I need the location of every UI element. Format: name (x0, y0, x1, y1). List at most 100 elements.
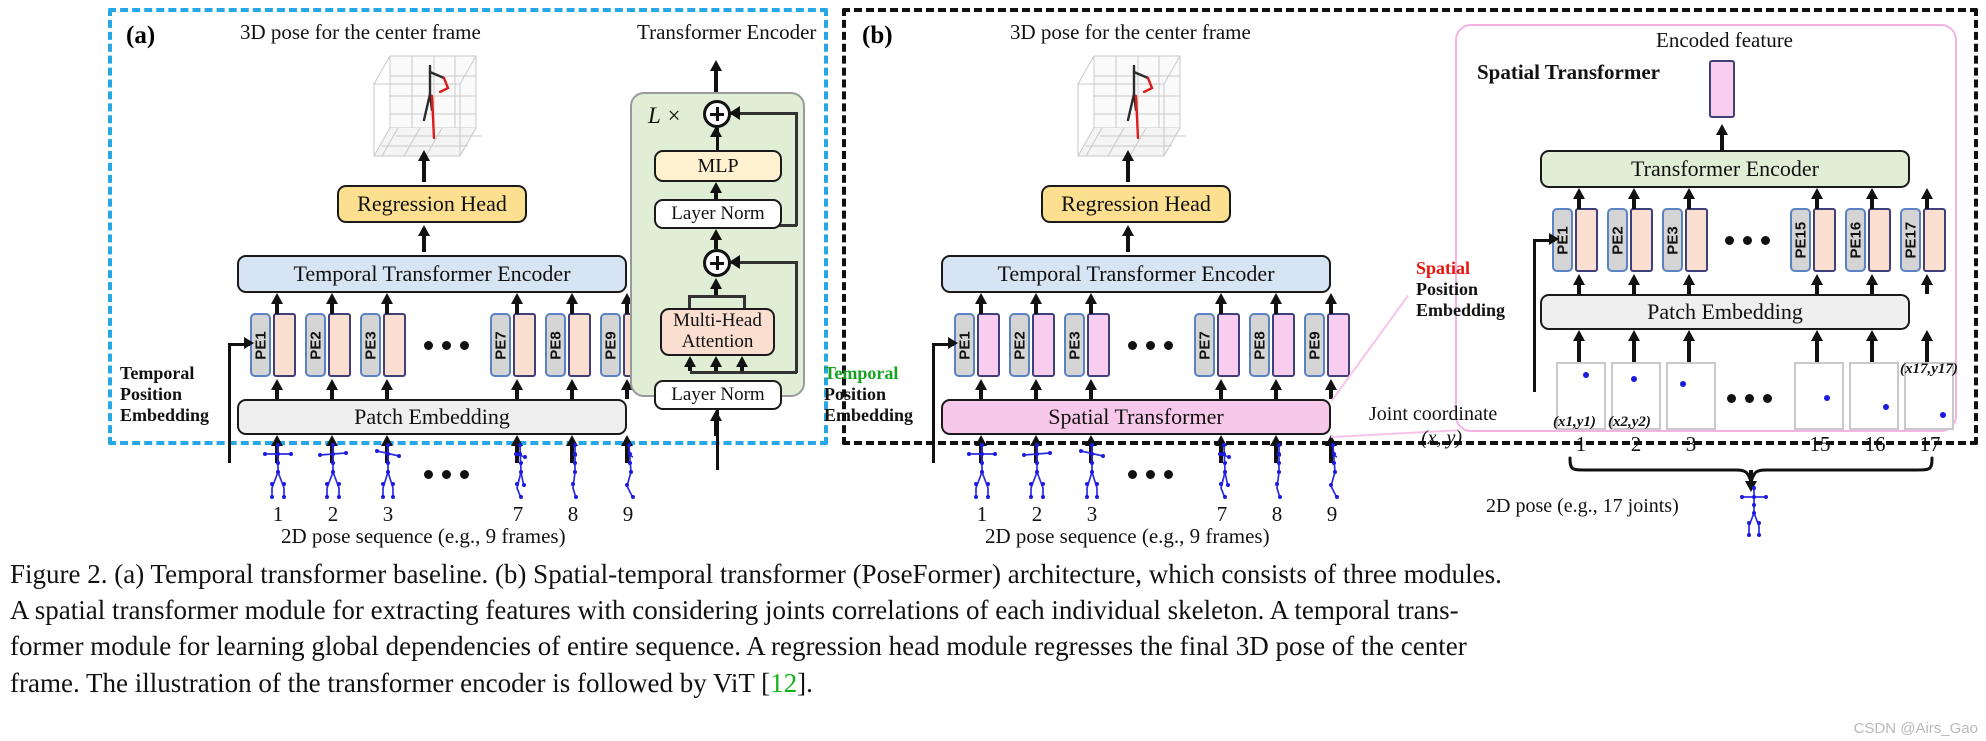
spe-line2: Position (1416, 279, 1479, 300)
pe-label-a-3: PE7 (492, 331, 509, 360)
pe-label-a-4: PE8 (547, 331, 564, 360)
ellipsis-pe-spatial (1725, 236, 1770, 245)
pe-feature-b-2 (1087, 313, 1110, 377)
pe-label-b-3: PE7 (1196, 331, 1213, 360)
joint-dot-5 (1940, 412, 1946, 418)
pe-label-a-2: PE3 (362, 331, 379, 360)
pe-label-b-0: PE1 (956, 331, 973, 360)
joint-coord-line2: (x, y) (1420, 426, 1463, 449)
joint-coord-line1: Joint coordinate (1369, 403, 1498, 425)
pe-feature-sp-2 (1685, 208, 1708, 272)
citation-ref-12[interactable]: 12 (770, 668, 797, 698)
skeleton-a-0 (258, 440, 298, 507)
joint-coord-label-17: (x17,y17) (1900, 361, 1958, 377)
pe-feature-a-4 (568, 313, 591, 377)
pose3d-output-b (1072, 48, 1202, 173)
mha-line1: Multi-Head (673, 310, 762, 332)
spatial-bottom-caption: 2D pose (e.g., 17 joints) (1486, 495, 1679, 517)
spatial-position-embedding-label: Spatial Position Embedding (1416, 258, 1531, 322)
joint-dot-4 (1883, 404, 1889, 410)
panel-a-top-label: 3D pose for the center frame (240, 20, 481, 44)
joint-dot-1 (1631, 376, 1637, 382)
mha-line2: Attention (681, 331, 754, 352)
encoded-feature-token (1709, 60, 1735, 118)
joint-number-4: 16 (1864, 432, 1886, 456)
temporal-position-embedding-label-b: Temporal Position Embedding (824, 363, 932, 427)
pose3d-output-a (368, 48, 498, 173)
layer-norm-bottom-block: Layer Norm (654, 380, 782, 410)
pe-label-sp-5: PE17 (1902, 221, 1919, 259)
residual-path-top-h (731, 112, 797, 115)
mha-merge-h (688, 295, 745, 298)
mha-merge-right (743, 295, 746, 309)
skeleton-a-2 (368, 440, 408, 507)
joint-coord-label-1: (x2,y2) (1608, 414, 1651, 430)
skeleton-b-0 (962, 440, 1002, 507)
frame-number-b-5: 9 (1326, 502, 1338, 526)
mlp-block: MLP (654, 150, 782, 182)
pe-feature-b-5 (1327, 313, 1350, 377)
pe-feature-b-1 (1032, 313, 1055, 377)
spe-line3: Embedding (1416, 300, 1506, 321)
spatial-transformer-encoder: Transformer Encoder (1540, 150, 1910, 188)
pe-label-a-1: PE2 (307, 331, 324, 360)
residual-path-bottom-h (731, 261, 797, 264)
skeleton-a-4 (555, 440, 595, 507)
joint-coordinate-label: Joint coordinate (x, y) (1369, 403, 1514, 450)
ellipsis-skeleton-a (424, 470, 469, 479)
figure-caption: Figure 2. (a) Temporal transformer basel… (10, 556, 1972, 701)
joint-number-0: 1 (1575, 432, 1587, 456)
pe-label-a-0: PE1 (252, 331, 269, 360)
pe-label-b-1: PE2 (1011, 331, 1028, 360)
pe-feature-sp-0 (1575, 208, 1598, 272)
joint-number-3: 15 (1809, 432, 1831, 456)
ellipsis-joint (1727, 394, 1772, 403)
pe-feature-b-3 (1217, 313, 1240, 377)
tpe-connector-arrow-a (244, 337, 254, 349)
joint-number-2: 3 (1685, 432, 1697, 456)
mha-merge-left (688, 295, 691, 309)
caption-line-3: former module for learning global depend… (10, 631, 1467, 662)
tpe-line3-a: Embedding (120, 405, 210, 426)
residual-path-bottom-v (795, 261, 798, 373)
pe-label-sp-3: PE15 (1792, 221, 1809, 259)
joint-number-5: 17 (1919, 432, 1941, 456)
layer-norm-top-block: Layer Norm (654, 199, 782, 229)
caption-line-4-post: ]. (797, 667, 813, 698)
panel-a-tag: (a) (126, 22, 156, 49)
patch-embedding-spatial: Patch Embedding (1540, 294, 1910, 330)
residual-add-top (703, 100, 731, 128)
encoder-input-line (716, 410, 719, 470)
joint-dot-2 (1680, 381, 1686, 387)
joint-patch-2 (1666, 362, 1716, 430)
pe-feature-b-4 (1272, 313, 1295, 377)
pe-feature-sp-4 (1868, 208, 1891, 272)
ellipsis-pe-b (1128, 341, 1173, 350)
tpe-line2-a: Position (120, 384, 183, 405)
qkv-split-line (690, 371, 744, 374)
residual-arrow-bottom (729, 255, 740, 269)
joint-dot-3 (1824, 395, 1830, 401)
joint-number-1: 2 (1630, 432, 1642, 456)
skeleton-b-5 (1314, 440, 1354, 507)
tpe-line1-b: Temporal (824, 363, 899, 383)
spatial-transformer-detail-title: Spatial Transformer (1477, 60, 1660, 84)
skeleton-a-5 (610, 440, 650, 507)
spe-line1: Spatial (1416, 258, 1471, 278)
caption-line-4-pre: frame. The illustration of the transform… (10, 667, 771, 698)
residual-arrow-top (729, 106, 740, 120)
residual-path-top-v (795, 112, 798, 226)
skeleton-b-2 (1072, 440, 1112, 507)
tpe-connector-vertical-a (228, 345, 231, 463)
pe-feature-a-2 (383, 313, 406, 377)
pe-feature-b-0 (977, 313, 1000, 377)
tpe-connector-vertical-b (932, 345, 935, 463)
pe-feature-sp-5 (1923, 208, 1946, 272)
pe-label-b-2: PE3 (1066, 331, 1083, 360)
pe-label-sp-4: PE16 (1847, 221, 1864, 259)
caption-line-1: Figure 2. (a) Temporal transformer basel… (10, 559, 1502, 589)
patch-embedding-a: Patch Embedding (237, 399, 627, 435)
pe-feature-a-0 (273, 313, 296, 377)
joint-patch-3 (1794, 362, 1844, 430)
temporal-transformer-encoder-b: Temporal Transformer Encoder (941, 255, 1331, 293)
